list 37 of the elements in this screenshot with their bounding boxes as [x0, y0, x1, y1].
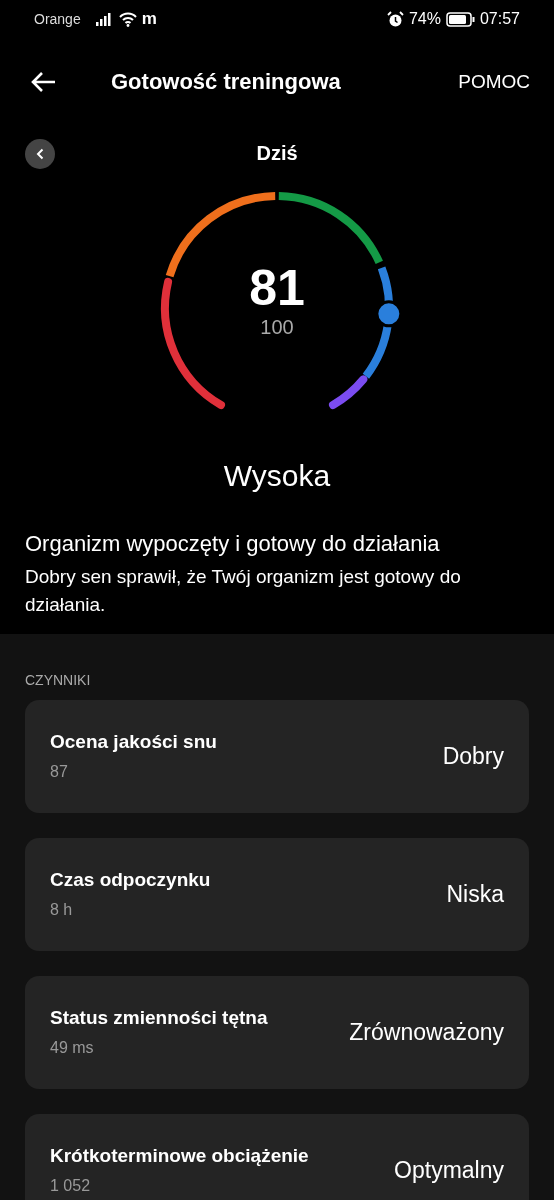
factor-status: Dobry: [442, 742, 504, 770]
carrier-name: Orange: [34, 11, 81, 27]
alarm-icon: [386, 10, 404, 28]
factor-value: 87: [50, 763, 69, 782]
readiness-score: 81: [249, 261, 305, 316]
signal-icon: [95, 12, 114, 26]
score-maximum: 100: [260, 316, 294, 339]
factor-status: Optymalny: [394, 1156, 504, 1184]
factor-name: Krótkoterminowe obciążenie: [50, 1145, 310, 1168]
factor-card[interactable]: Czas odpoczynku 8 h Niska: [25, 837, 529, 951]
factor-card[interactable]: Status zmienności tętna 49 ms Zrównoważony: [25, 975, 529, 1089]
summary-heading: Organizm wypoczęty i gotowy do działania: [25, 530, 441, 558]
help-button[interactable]: POMOC: [458, 71, 530, 93]
summary-text: Dobry sen sprawił, że Twój organizm jest gotowy do działania.: [25, 564, 462, 618]
network-type-label: m: [141, 9, 157, 29]
factor-name: Ocena jakości snu: [50, 731, 218, 754]
factor-value: 8 h: [50, 901, 74, 920]
readiness-rating: Wysoka: [222, 459, 332, 493]
back-arrow-icon: [30, 71, 56, 93]
battery-icon: [445, 11, 475, 27]
page-title: Gotowość treningowa: [111, 69, 342, 95]
factor-status: Niska: [446, 880, 504, 908]
wifi-icon: [118, 11, 137, 27]
factor-card[interactable]: Ocena jakości snu 87 Dobry: [25, 699, 529, 813]
date-label: Dziś: [256, 141, 298, 165]
clock-time: 07:57: [479, 10, 520, 28]
factor-value: 1 052: [50, 1177, 92, 1196]
previous-day-button[interactable]: [25, 139, 55, 169]
section-title: CZYNNIKI: [25, 671, 92, 688]
factor-value: 49 ms: [50, 1039, 95, 1058]
factor-status: Zrównoważony: [349, 1018, 504, 1046]
factor-name: Czas odpoczynku: [50, 869, 212, 892]
battery-percentage: 74%: [408, 10, 441, 28]
factor-card[interactable]: Krótkoterminowe obciążenie 1 052 Optymalny: [25, 1113, 529, 1200]
factor-name: Status zmienności tętna: [50, 1007, 269, 1030]
gauge-marker: [375, 300, 403, 328]
chevron-left-icon: [36, 148, 44, 160]
